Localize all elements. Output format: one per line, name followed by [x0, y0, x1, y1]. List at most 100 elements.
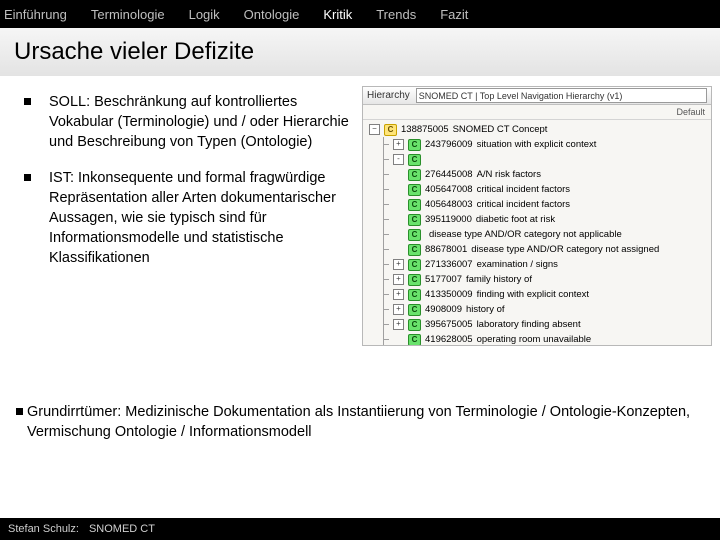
- expand-icon[interactable]: +: [393, 289, 404, 300]
- tree-connector: [379, 287, 389, 302]
- concept-icon: C: [408, 169, 421, 181]
- footer-bar: Stefan Schulz: SNOMED CT: [0, 518, 720, 540]
- concept-code: 419628005: [425, 334, 473, 345]
- expand-icon[interactable]: −: [369, 124, 380, 135]
- expand-icon[interactable]: +: [393, 259, 404, 270]
- concept-code: 405648003: [425, 199, 473, 210]
- nav-item-ontologie[interactable]: Ontologie: [244, 7, 300, 22]
- tree-root[interactable]: − C 138875005 SNOMED CT Concept: [369, 122, 711, 137]
- concept-icon: C: [408, 274, 421, 286]
- tree-connector: [379, 167, 389, 182]
- tree-node[interactable]: Cdisease type AND/OR category not applic…: [369, 227, 711, 242]
- concept-icon: C: [384, 124, 397, 136]
- tree-node[interactable]: +C5177007family history of: [369, 272, 711, 287]
- expand-icon[interactable]: +: [393, 319, 404, 330]
- tree-node[interactable]: +C271336007examination / signs: [369, 257, 711, 272]
- bullet-icon: [24, 98, 31, 105]
- concept-code: 405647008: [425, 184, 473, 195]
- concept-label: situation with explicit context: [477, 139, 597, 150]
- tree-node[interactable]: C 88678001 disease type AND/OR category no…: [369, 242, 711, 257]
- concept-label: operating room unavailable: [477, 334, 592, 345]
- tree-connector: [379, 332, 389, 346]
- tree-node[interactable]: -C: [369, 152, 711, 167]
- concept-icon: C: [408, 229, 421, 241]
- concept-code: 4908009: [425, 304, 462, 315]
- bullet-icon: [16, 408, 23, 415]
- concept-icon: C: [408, 244, 421, 256]
- concept-code: 395119000: [425, 214, 472, 225]
- snomed-subheader: Default: [363, 105, 711, 120]
- bullet-list: SOLL: Beschränkung auf kontrolliertes Vo…: [24, 92, 354, 284]
- tree-connector: [379, 152, 389, 167]
- concept-label: disease type AND/OR category not assigne…: [471, 244, 659, 255]
- tree-node[interactable]: +C413350009finding with explicit context: [369, 287, 711, 302]
- tree-connector: [379, 272, 389, 287]
- tree-node[interactable]: C 419628005 operating room unavailable: [369, 332, 711, 346]
- expand-icon[interactable]: +: [393, 274, 404, 285]
- tree-node[interactable]: C395119000diabetic foot at risk: [369, 212, 711, 227]
- concept-label: history of: [466, 304, 505, 315]
- concept-code: 271336007: [425, 259, 473, 270]
- nav-item-fazit[interactable]: Fazit: [440, 7, 468, 22]
- footnote-text: Grundirrtümer: Medizinische Dokumentatio…: [27, 402, 704, 443]
- concept-label: examination / signs: [477, 259, 558, 270]
- footer-author: Stefan Schulz:: [8, 523, 79, 535]
- concept-label: critical incident factors: [477, 199, 570, 210]
- tree-connector: [379, 212, 389, 227]
- tree-connector: [379, 182, 389, 197]
- bullet-text: SOLL: Beschränkung auf kontrolliertes Vo…: [49, 92, 354, 152]
- concept-label: critical incident factors: [477, 184, 570, 195]
- concept-code: 138875005: [401, 124, 449, 135]
- tree-node[interactable]: C 276445008 A/N risk factors: [369, 167, 711, 182]
- concept-icon: C: [408, 199, 421, 211]
- concept-label: SNOMED CT Concept: [453, 124, 548, 135]
- collapse-icon[interactable]: -: [393, 154, 404, 165]
- tree-connector: [379, 257, 389, 272]
- snomed-tree[interactable]: − C 138875005 SNOMED CT Concept + C 243796…: [363, 120, 711, 346]
- snomed-hierarchy-panel: Hierarchy SNOMED CT | Top Level Navigati…: [362, 86, 712, 346]
- hierarchy-dropdown[interactable]: SNOMED CT | Top Level Navigation Hierarc…: [416, 88, 707, 103]
- concept-icon: C: [408, 214, 421, 226]
- footnote-bullet: Grundirrtümer: Medizinische Dokumentatio…: [16, 402, 704, 443]
- concept-code: 276445008: [425, 169, 473, 180]
- bullet-text: IST: Inkonsequente und formal fragwürdig…: [49, 168, 354, 268]
- tree-node[interactable]: C 405647008 critical incident factors: [369, 182, 711, 197]
- concept-code: 395675005: [425, 319, 473, 330]
- concept-label: laboratory finding absent: [477, 319, 581, 330]
- nav-item-kritik[interactable]: Kritik: [323, 7, 352, 22]
- bullet-item: SOLL: Beschränkung auf kontrolliertes Vo…: [24, 92, 354, 152]
- nav-item-einführung[interactable]: Einführung: [4, 7, 67, 22]
- concept-icon: C: [408, 184, 421, 196]
- default-tag: Default: [676, 107, 705, 117]
- concept-icon: C: [408, 334, 421, 346]
- footer-topic: SNOMED CT: [89, 523, 155, 535]
- concept-icon: C: [408, 154, 421, 166]
- tree-connector: [379, 227, 389, 242]
- hierarchy-label: Hierarchy: [367, 90, 410, 101]
- tree-connector: [379, 242, 389, 257]
- concept-code: 88678001: [425, 244, 467, 255]
- bullet-item: IST: Inkonsequente und formal fragwürdig…: [24, 168, 354, 268]
- tree-node[interactable]: C 405648003 critical incident factors: [369, 197, 711, 212]
- expand-icon[interactable]: +: [393, 304, 404, 315]
- tree-connector: [379, 317, 389, 332]
- concept-label: family history of: [466, 274, 532, 285]
- bullet-icon: [24, 174, 31, 181]
- concept-label: finding with explicit context: [477, 289, 589, 300]
- tree-node[interactable]: + C 4908009 history of: [369, 302, 711, 317]
- tree-node[interactable]: +C395675005laboratory finding absent: [369, 317, 711, 332]
- concept-code: 243796009: [425, 139, 473, 150]
- concept-icon: C: [408, 289, 421, 301]
- nav-item-trends[interactable]: Trends: [376, 7, 416, 22]
- nav-item-terminologie[interactable]: Terminologie: [91, 7, 165, 22]
- tree-connector: [379, 197, 389, 212]
- expand-icon[interactable]: +: [393, 139, 404, 150]
- tree-connector: [379, 302, 389, 317]
- concept-label: A/N risk factors: [477, 169, 541, 180]
- concept-icon: C: [408, 304, 421, 316]
- slide-title: Ursache vieler Defizite: [0, 28, 720, 76]
- nav-bar: Einführung Terminologie Logik Ontologie Krit…: [0, 0, 720, 28]
- nav-item-logik[interactable]: Logik: [189, 7, 220, 22]
- concept-icon: C: [408, 139, 421, 151]
- tree-node[interactable]: + C 243796009 situation with explicit conte…: [369, 137, 711, 152]
